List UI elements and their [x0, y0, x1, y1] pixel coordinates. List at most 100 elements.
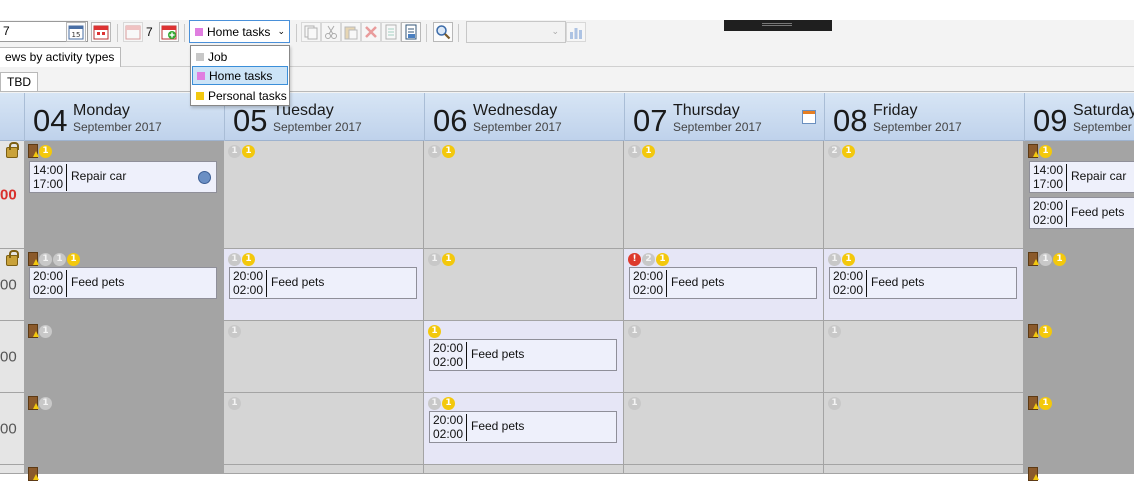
slot-sat-r4[interactable]: 1 — [1024, 393, 1134, 465]
add-day-button[interactable] — [159, 22, 179, 42]
week-view-button[interactable] — [123, 22, 143, 42]
slot-tue-r5[interactable] — [224, 465, 424, 474]
event-title: Feed pets — [871, 275, 925, 289]
slot-mon-r4[interactable]: 1 — [24, 393, 224, 465]
slot-mon-r5[interactable] — [24, 465, 224, 481]
delete-button[interactable] — [361, 22, 381, 42]
dropdown-item-personal-tasks[interactable]: Personal tasks — [192, 86, 288, 105]
slot-wed-r5[interactable] — [424, 465, 624, 474]
event-feed-pets[interactable]: 20:00 02:00 Feed pets — [629, 267, 817, 299]
badge-one-icon: 1 — [39, 324, 52, 338]
day-number: 04 — [33, 103, 68, 138]
svg-text:15: 15 — [72, 31, 81, 39]
event-end: 02:00 — [233, 283, 264, 297]
event-start: 20:00 — [433, 341, 464, 355]
calendar-week-icon — [125, 25, 141, 40]
event-feed-pets[interactable]: 20:00 02:00 Feed pets — [29, 267, 217, 299]
copy-button[interactable] — [301, 22, 321, 42]
day-header-friday[interactable]: 08 Friday September 2017 — [824, 93, 1024, 141]
event-feed-pets[interactable]: 20:00 02:00 Feed pets — [429, 411, 617, 443]
search-icon — [436, 25, 451, 40]
day-header-saturday[interactable]: 09 Saturday September — [1024, 93, 1134, 141]
slot-mon-r2[interactable]: 1 1 1 20:00 02:00 Feed pets — [24, 249, 224, 321]
cut-button[interactable] — [321, 22, 341, 42]
filter-combo[interactable]: ⌄ — [466, 21, 566, 43]
badge-one-icon: 1 — [642, 144, 655, 158]
activity-type-combo[interactable]: Home tasks ⌄ — [189, 20, 290, 43]
day-header-wednesday[interactable]: 06 Wednesday September 2017 — [424, 93, 624, 141]
door-warning-icon — [28, 144, 38, 158]
calendar-today-button[interactable] — [91, 22, 111, 42]
calendar-15-button[interactable]: 15 — [66, 22, 86, 42]
calendar-icon: 15 — [68, 25, 84, 40]
slot-tue-r1[interactable]: 11 — [224, 141, 424, 249]
slot-fri-r2[interactable]: 11 20:00 02:00 Feed pets — [824, 249, 1024, 321]
event-feed-pets[interactable]: 20:00 02:00 Feed pets — [229, 267, 417, 299]
tbd-tab[interactable]: TBD — [0, 72, 38, 92]
time-slot-row-3: 00 — [0, 321, 24, 393]
day-name: Thursday — [673, 102, 740, 119]
export-button[interactable] — [381, 22, 401, 42]
slot-thu-r3[interactable]: 1 — [624, 321, 824, 393]
slot-wed-r1[interactable]: 11 — [424, 141, 624, 249]
slot-thu-r1[interactable]: 11 — [624, 141, 824, 249]
slot-tue-r3[interactable]: 1 — [224, 321, 424, 393]
day-month: September — [1073, 120, 1132, 134]
paste-button[interactable] — [341, 22, 361, 42]
event-end: 17:00 — [1033, 177, 1064, 191]
slot-wed-r4[interactable]: 11 20:00 02:00 Feed pets — [424, 393, 624, 465]
slot-fri-r3[interactable]: 1 — [824, 321, 1024, 393]
badge-one-icon: 1 — [628, 144, 641, 158]
slot-thu-r4[interactable]: 1 — [624, 393, 824, 465]
badge-two-icon: 2 — [642, 252, 655, 266]
event-title: Repair car — [71, 169, 127, 183]
badge-one-icon: 1 — [67, 252, 80, 266]
day-header-thursday[interactable]: 07 Thursday September 2017 — [624, 93, 824, 141]
slot-thu-r5[interactable] — [624, 465, 824, 474]
badge-one-icon: 1 — [53, 252, 66, 266]
dropdown-item-job[interactable]: Job — [192, 47, 288, 66]
slot-wed-r3[interactable]: 1 20:00 02:00 Feed pets — [424, 321, 624, 393]
days-count: 7 — [146, 25, 153, 39]
slot-mon-r1[interactable]: 1 14:00 17:00 Repair car — [24, 141, 224, 249]
event-repair-car[interactable]: 14:00 17:00 Repair car — [1029, 161, 1134, 193]
day-number: 05 — [233, 103, 268, 138]
search-button[interactable] — [433, 22, 453, 42]
event-feed-pets[interactable]: 20:00 02:00 Feed pets — [429, 339, 617, 371]
cut-icon — [325, 25, 337, 39]
door-warning-icon — [28, 252, 38, 266]
slot-fri-r4[interactable]: 1 — [824, 393, 1024, 465]
info-icon[interactable] — [198, 171, 211, 184]
slot-sat-r5[interactable] — [1024, 465, 1134, 481]
event-title: Repair car — [1071, 169, 1127, 183]
event-feed-pets[interactable]: 20:00 02:00 Feed pets — [1029, 197, 1134, 229]
slot-mon-r3[interactable]: 1 — [24, 321, 224, 393]
chevron-down-icon: ⌄ — [277, 26, 285, 36]
door-warning-icon — [1028, 252, 1038, 266]
report-button[interactable] — [401, 22, 421, 42]
slot-icons: 1 — [28, 144, 52, 158]
tab-views-by-activity-types[interactable]: ews by activity types — [0, 47, 122, 67]
dropdown-item-home-tasks[interactable]: Home tasks — [192, 66, 288, 85]
chart-button[interactable] — [566, 22, 586, 42]
day-number: 08 — [833, 103, 868, 138]
slot-wed-r2[interactable]: 11 — [424, 249, 624, 321]
slot-fri-r1[interactable]: 21 — [824, 141, 1024, 249]
delete-icon — [365, 26, 377, 38]
event-repair-car[interactable]: 14:00 17:00 Repair car — [29, 161, 217, 193]
door-warning-icon — [28, 396, 38, 410]
event-feed-pets[interactable]: 20:00 02:00 Feed pets — [829, 267, 1017, 299]
slot-tue-r4[interactable]: 1 — [224, 393, 424, 465]
today-calendar-icon[interactable] — [802, 110, 816, 124]
day-name: Saturday — [1073, 102, 1134, 119]
event-end: 02:00 — [633, 283, 664, 297]
event-title: Feed pets — [1071, 205, 1125, 219]
slot-tue-r2[interactable]: 11 20:00 02:00 Feed pets — [224, 249, 424, 321]
window-grip[interactable] — [724, 20, 832, 31]
slot-sat-r2[interactable]: 1 1 — [1024, 249, 1134, 321]
slot-sat-r1[interactable]: 1 14:00 17:00 Repair car 20:00 02:00 Fee… — [1024, 141, 1134, 249]
slot-sat-r3[interactable]: 1 — [1024, 321, 1134, 393]
slot-thu-r2[interactable]: ! 2 1 20:00 02:00 Feed pets — [624, 249, 824, 321]
slot-fri-r5[interactable] — [824, 465, 1024, 474]
event-title: Feed pets — [471, 347, 525, 361]
